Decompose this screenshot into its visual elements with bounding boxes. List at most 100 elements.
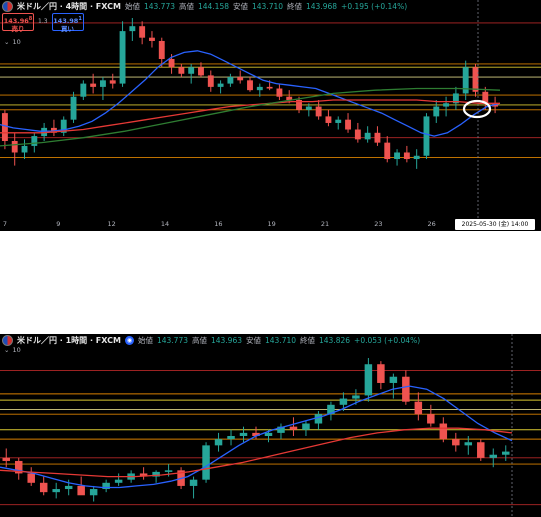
candle-body bbox=[109, 80, 116, 84]
change-value: +0.195 (+0.14%) bbox=[341, 2, 408, 11]
candle-body bbox=[354, 129, 361, 140]
x-tick-label: 7 bbox=[3, 220, 7, 228]
symbol-header-1h: 米ドル／円 · 1時間 · FXCM ◉ 始値 143.773 高値 143.963… bbox=[2, 335, 420, 346]
open-label: 始値 bbox=[137, 336, 153, 345]
chart-panel-4h[interactable]: 791214161921232628 米ドル／円 · 4時間 · FXCM 始値… bbox=[0, 0, 541, 231]
candle-body bbox=[89, 489, 98, 496]
candle-body bbox=[149, 37, 155, 41]
candle-body bbox=[335, 119, 342, 123]
candle-body bbox=[374, 132, 381, 143]
symbol-title[interactable]: 米ドル／円 · 4時間 · FXCM bbox=[17, 1, 121, 12]
x-tick-label: 14 bbox=[161, 220, 169, 228]
high-value: 144.158 bbox=[197, 2, 229, 11]
candle-body bbox=[52, 489, 60, 493]
candle-body bbox=[139, 26, 146, 38]
candle-body bbox=[11, 141, 18, 153]
chart-canvas-1h[interactable] bbox=[0, 334, 541, 517]
candle-body bbox=[31, 136, 38, 146]
candle-body bbox=[217, 83, 224, 87]
sell-button[interactable]: 143.968 売り bbox=[2, 13, 34, 33]
candle-body bbox=[452, 439, 460, 446]
candle-body bbox=[472, 67, 479, 92]
close-value: 143.968 bbox=[306, 2, 338, 11]
x-tick-label: 12 bbox=[108, 220, 116, 228]
candle-body bbox=[266, 86, 273, 89]
candle-body bbox=[315, 106, 322, 117]
candle-body bbox=[90, 83, 97, 87]
candle-body bbox=[339, 398, 348, 405]
symbol-title[interactable]: 米ドル／円 · 1時間 · FXCM bbox=[17, 335, 121, 346]
x-tick-label: 21 bbox=[321, 220, 329, 228]
candle-body bbox=[464, 442, 473, 446]
candle-body bbox=[119, 31, 126, 84]
open-label: 始値 bbox=[124, 2, 140, 11]
candle-body bbox=[188, 67, 195, 74]
candle-body bbox=[443, 103, 450, 107]
volume-label: 10 bbox=[12, 38, 21, 46]
high-label: 高値 bbox=[178, 2, 194, 11]
candle-body bbox=[377, 364, 385, 383]
volume-toggle[interactable]: ⌄ 10 bbox=[4, 346, 21, 354]
candle-body bbox=[364, 132, 371, 140]
chart-canvas-4h[interactable]: 791214161921232628 bbox=[0, 0, 541, 231]
crosshair-date-tag: 2025-05-30 (金) 14:00 bbox=[455, 219, 535, 230]
chart-panel-1h[interactable]: 米ドル／円 · 1時間 · FXCM ◉ 始値 143.773 高値 143.963… bbox=[0, 334, 541, 517]
candle-body bbox=[433, 106, 440, 117]
candle-body bbox=[364, 364, 373, 396]
volume-label: 10 bbox=[12, 346, 21, 354]
candle-body bbox=[439, 423, 448, 440]
candle-body bbox=[394, 152, 400, 160]
candle-body bbox=[389, 376, 398, 383]
candle-body bbox=[158, 40, 165, 59]
trade-buttons: 143.968 売り 1.3 143.981 買い bbox=[2, 13, 84, 33]
x-tick-label: 16 bbox=[214, 220, 222, 228]
candle-body bbox=[2, 457, 10, 461]
x-tick-label: 26 bbox=[428, 220, 436, 228]
candle-body bbox=[305, 106, 312, 110]
candle-body bbox=[129, 26, 136, 32]
spread-value: 1.3 bbox=[38, 18, 48, 25]
candle-body bbox=[413, 155, 420, 160]
candle-body bbox=[1, 113, 8, 141]
candle-body bbox=[264, 432, 273, 436]
candle-body bbox=[302, 423, 310, 430]
candle-body bbox=[325, 116, 332, 123]
candle-body bbox=[477, 442, 485, 458]
volume-toggle[interactable]: ⌄ 10 bbox=[4, 38, 21, 46]
candle-body bbox=[178, 67, 185, 74]
x-tick-label: 23 bbox=[374, 220, 382, 228]
candle-body bbox=[39, 482, 48, 493]
candle-body bbox=[502, 451, 510, 455]
candle-body bbox=[168, 59, 175, 68]
low-label: 安値 bbox=[233, 2, 248, 11]
candle-body bbox=[227, 436, 235, 440]
candle-body bbox=[70, 96, 77, 120]
buy-button[interactable]: 143.981 買い bbox=[51, 13, 84, 33]
candle-body bbox=[189, 479, 198, 486]
candle-body bbox=[21, 145, 28, 153]
symbol-header-4h: 米ドル／円 · 4時間 · FXCM 始値 143.773 高値 144.158 安… bbox=[2, 1, 407, 12]
candle-body bbox=[207, 75, 214, 87]
visibility-icon[interactable]: ◉ bbox=[124, 336, 134, 345]
candle-body bbox=[77, 485, 85, 496]
low-value: 143.710 bbox=[252, 2, 284, 11]
candle-body bbox=[384, 142, 391, 160]
candle-body bbox=[114, 479, 123, 483]
low-value: 143.710 bbox=[265, 336, 297, 345]
candle-body bbox=[227, 77, 234, 84]
candle-body bbox=[27, 473, 35, 483]
candle-body bbox=[214, 439, 223, 446]
candle-body bbox=[352, 395, 360, 399]
candle-body bbox=[64, 485, 73, 490]
candle-body bbox=[423, 116, 430, 156]
candle-body bbox=[237, 77, 244, 81]
candle-body bbox=[414, 401, 423, 415]
x-tick-label: 9 bbox=[56, 220, 60, 228]
candle-body bbox=[100, 80, 106, 87]
high-label: 高値 bbox=[191, 336, 207, 345]
candle-body bbox=[489, 454, 498, 458]
candle-body bbox=[256, 86, 263, 91]
close-value: 143.826 bbox=[319, 336, 351, 345]
candle-body bbox=[202, 445, 210, 480]
close-label: 終値 bbox=[300, 336, 316, 345]
